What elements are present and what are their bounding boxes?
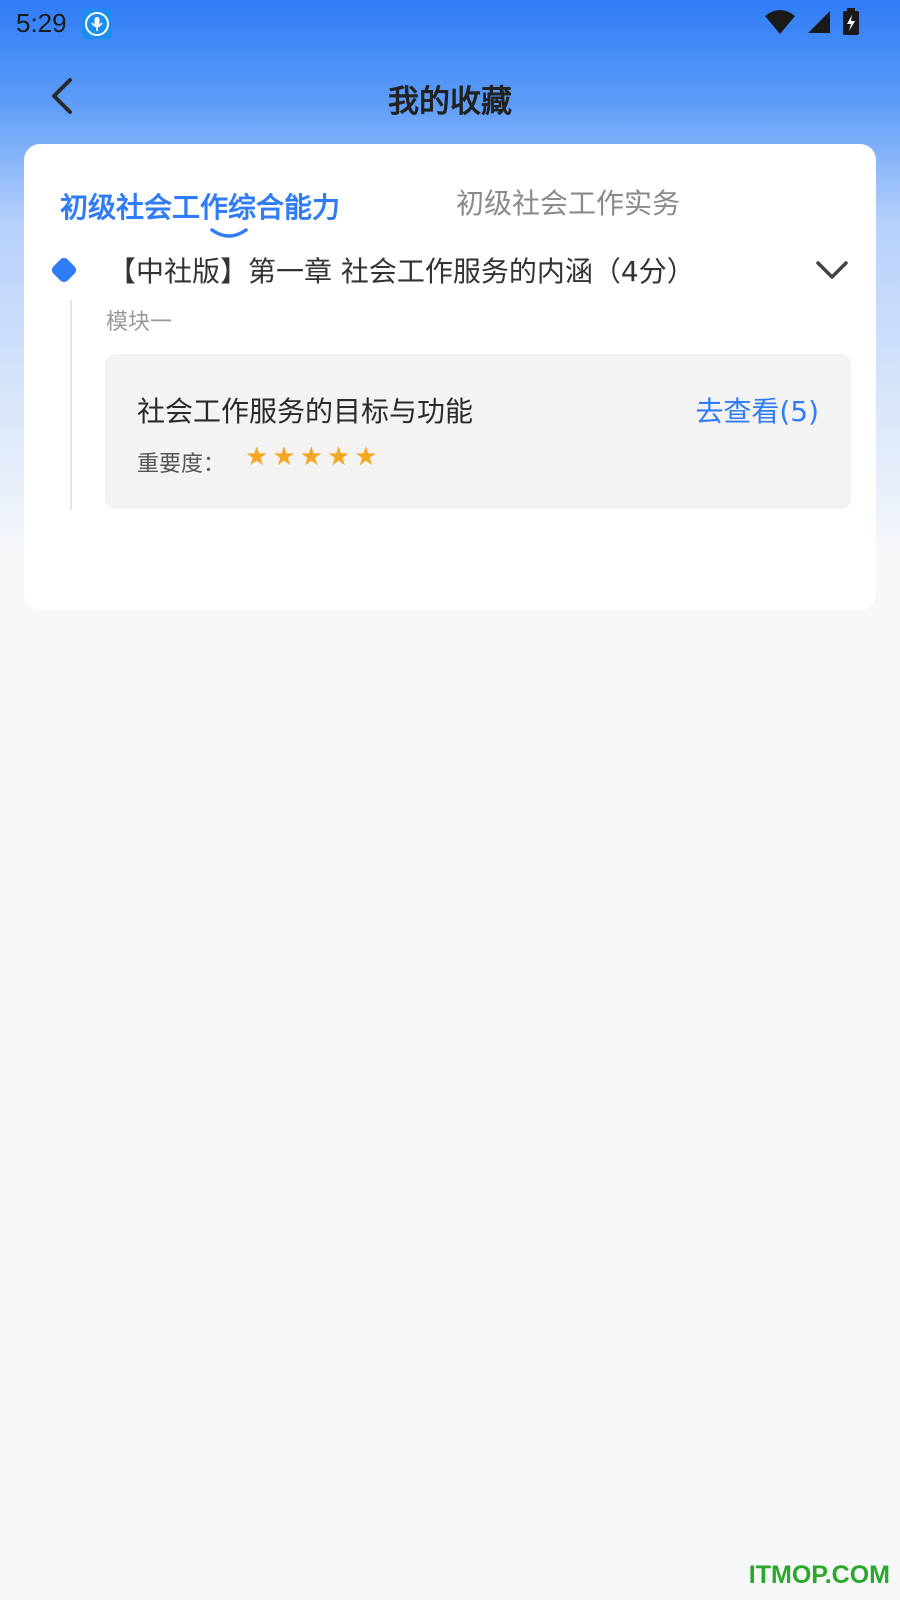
tree-connector-line bbox=[70, 300, 72, 510]
star-icon: ★ bbox=[326, 442, 351, 472]
status-bar: 5:29 bbox=[0, 0, 900, 48]
view-link[interactable]: 去查看(5) bbox=[695, 390, 819, 430]
star-icon: ★ bbox=[245, 442, 269, 472]
wifi-icon bbox=[765, 10, 795, 34]
importance-rating: ★ ★ ★ ★ ★ bbox=[245, 442, 378, 472]
top-navigation: 我的收藏 bbox=[0, 62, 900, 134]
chevron-down-icon[interactable] bbox=[812, 250, 852, 290]
signal-icon bbox=[808, 11, 830, 33]
tab-comprehensive-ability[interactable]: 初级社会工作综合能力 bbox=[60, 186, 340, 226]
chapter-title: 【中社版】第一章 社会工作服务的内涵（4分） bbox=[108, 255, 695, 288]
watermark: ITMOP.COM bbox=[748, 1561, 890, 1589]
status-time: 5:29 bbox=[16, 8, 67, 38]
page-title: 我的收藏 bbox=[388, 84, 512, 120]
active-tab-indicator bbox=[210, 228, 248, 238]
module-label: 模块一 bbox=[106, 310, 173, 335]
importance-label: 重要度： bbox=[137, 452, 226, 477]
microphone-icon bbox=[82, 9, 112, 39]
tab-practice[interactable]: 初级社会工作实务 bbox=[456, 182, 680, 222]
item-title: 社会工作服务的目标与功能 bbox=[137, 395, 474, 428]
chapter-row[interactable]: 【中社版】第一章 社会工作服务的内涵（4分） bbox=[24, 244, 876, 300]
favorite-item[interactable]: 社会工作服务的目标与功能 去查看(5) 重要度： ★ ★ ★ ★ ★ bbox=[105, 354, 851, 509]
status-icons bbox=[764, 8, 860, 36]
favorites-card: 初级社会工作综合能力 初级社会工作实务 【中社版】第一章 社会工作服务的内涵（4… bbox=[24, 144, 876, 610]
star-icon: ★ bbox=[272, 442, 296, 472]
star-icon: ★ bbox=[299, 442, 323, 472]
star-icon: ★ bbox=[354, 442, 378, 472]
battery-charging-icon bbox=[843, 8, 859, 35]
chapter-bullet-icon bbox=[49, 255, 79, 285]
